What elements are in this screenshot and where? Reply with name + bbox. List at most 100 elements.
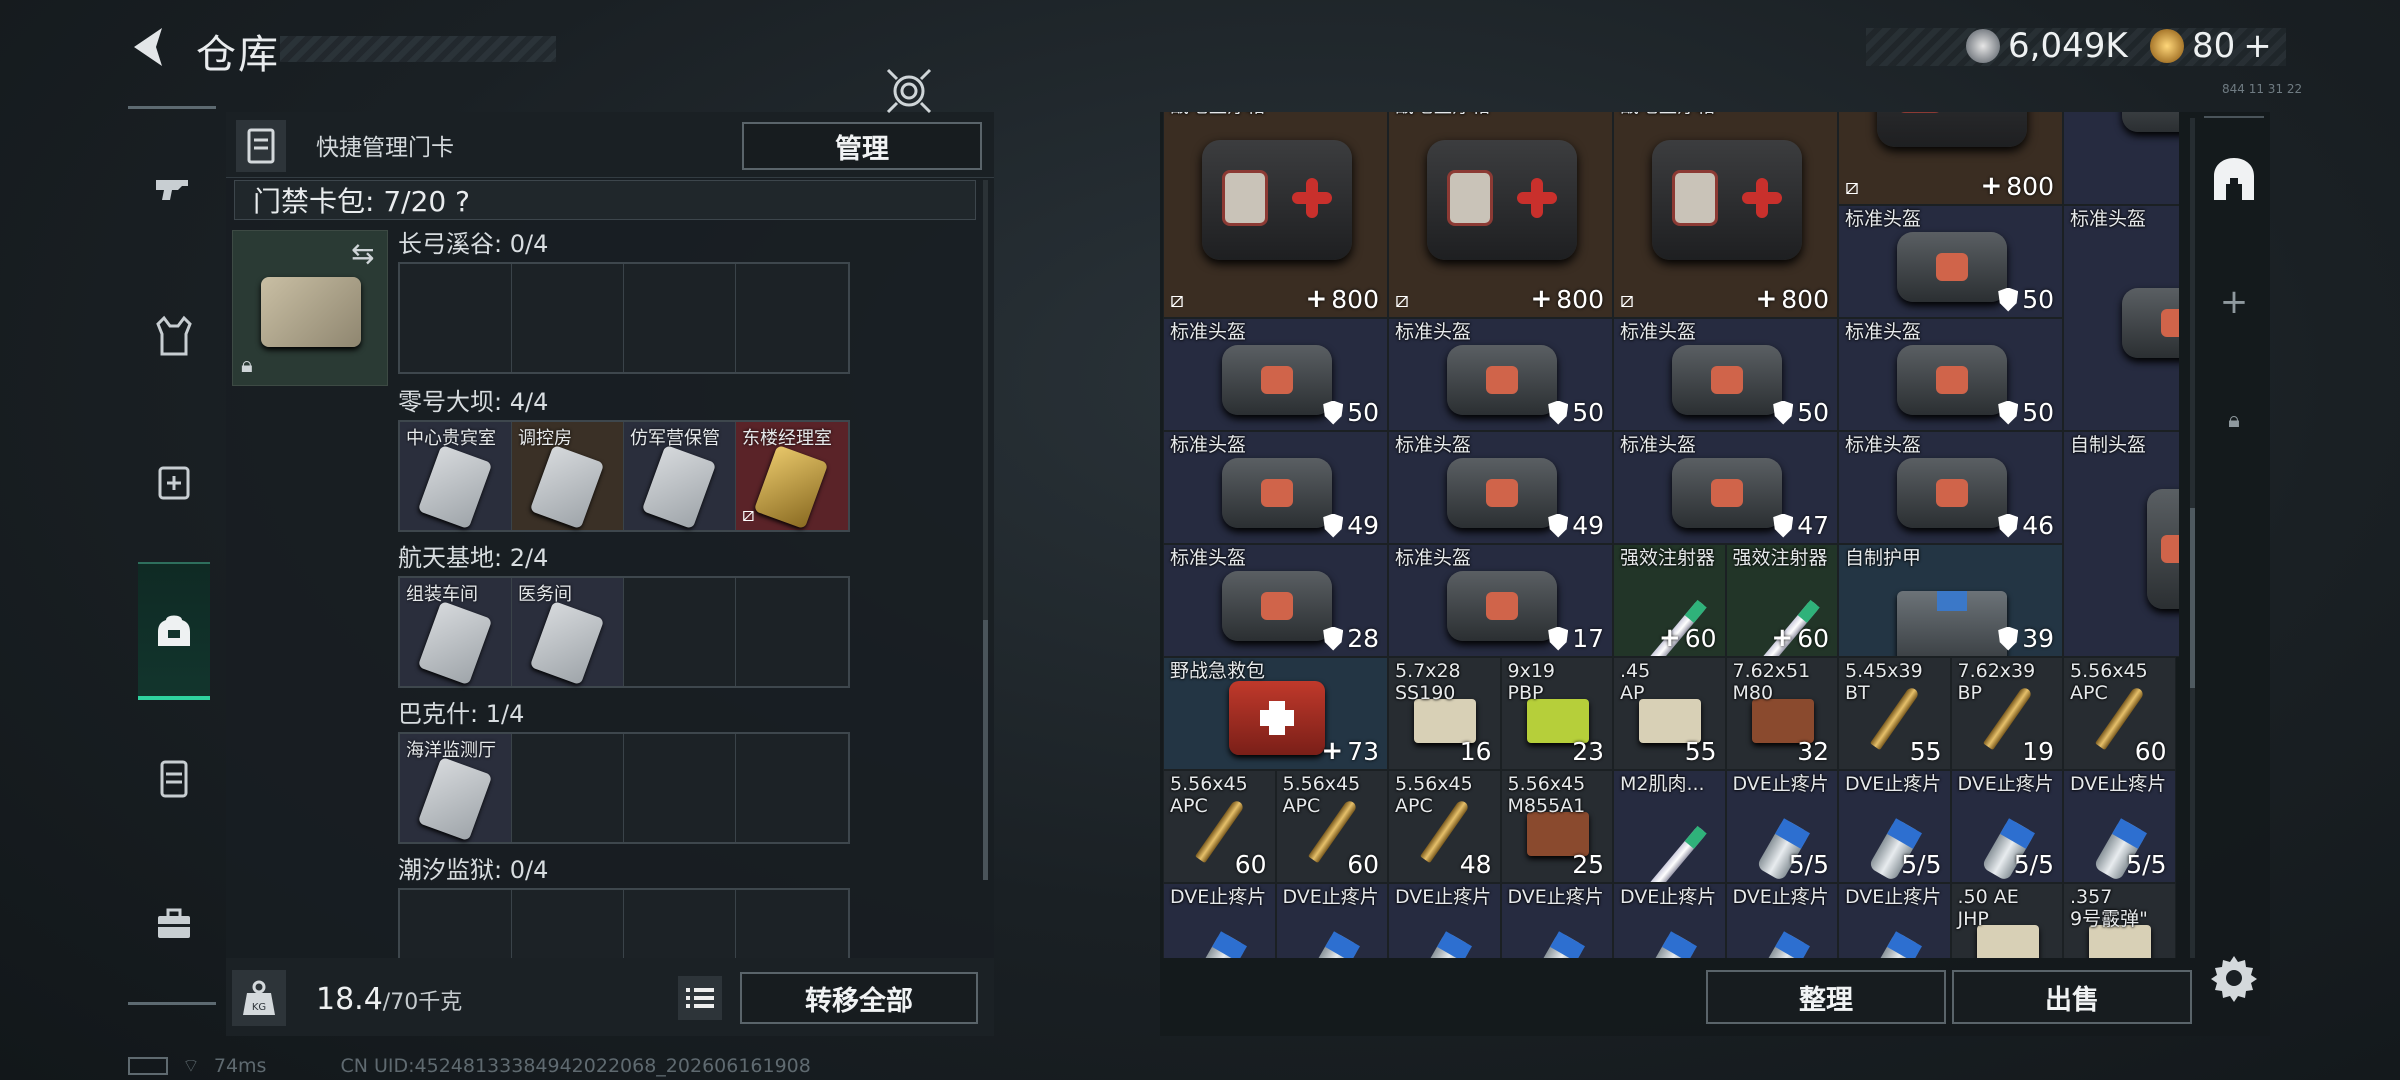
keycard-slot[interactable] [512, 734, 624, 842]
swap-icon[interactable]: ⇆ [351, 237, 374, 270]
inventory-item[interactable]: DVE止疼片 [1613, 883, 1726, 958]
inventory-item[interactable]: 5.7x28 SS190 16 [1388, 657, 1501, 770]
inventory-item[interactable]: 5.56x45 APC 60 [1275, 770, 1388, 883]
inventory-item[interactable]: DVE止疼片 [1500, 883, 1613, 958]
inventory-item[interactable]: 强效注射器 +60 [1613, 544, 1726, 657]
inventory-item[interactable]: DVE止疼片 [1388, 883, 1501, 958]
sidebar-item-backpack[interactable] [138, 594, 210, 666]
inventory-item[interactable]: 5.56x45 APC 48 [1388, 770, 1501, 883]
locked-storage-tab[interactable]: 🔒︎ [2198, 390, 2270, 450]
keycard-slot[interactable]: 仿军营保管 [624, 422, 736, 530]
inventory-item[interactable]: 7.62x39 BP 19 [1950, 657, 2063, 770]
inventory-item[interactable]: 5.56x45 APC 60 [1163, 770, 1276, 883]
inventory-item[interactable]: DVE止疼片 [1163, 883, 1276, 958]
inventory-item[interactable]: 野战急救包 +73 [1163, 657, 1388, 770]
sidebar-item-container[interactable] [138, 742, 210, 814]
inventory-item[interactable]: 50 [2063, 112, 2179, 205]
inventory-item[interactable]: 战地医疗箱 ⧄ +800 [1613, 112, 1838, 318]
inventory-item[interactable]: DVE止疼片 5/5 [1950, 770, 2063, 883]
inventory-item[interactable]: 标准头盔 49 [1163, 431, 1388, 544]
inventory-item[interactable]: 标准头盔50 [2063, 205, 2179, 431]
inventory-item[interactable]: DVE止疼片 5/5 [1838, 770, 1951, 883]
inventory-item[interactable]: 标准头盔 17 [1388, 544, 1613, 657]
inventory-item[interactable]: ⧄ +800 [1838, 112, 2063, 205]
keycard-slot[interactable] [624, 890, 736, 958]
item-value: 50 [1998, 285, 2054, 314]
item-value-text: 73 [1347, 736, 1379, 766]
inventory-item[interactable]: DVE止疼片 5/5 [2063, 770, 2176, 883]
inventory-item[interactable]: 5.56x45 APC 60 [2063, 657, 2176, 770]
keycard-slot[interactable] [400, 264, 512, 372]
back-arrow-icon[interactable] [124, 22, 174, 72]
sell-button[interactable]: 出售 [1952, 970, 2192, 1024]
keycard-slot[interactable]: 海洋监测厅 [400, 734, 512, 842]
inventory-item[interactable]: 标准头盔50 [1838, 205, 2063, 318]
keycard-slot[interactable] [512, 264, 624, 372]
inventory-item[interactable]: 自制头盔30 [2063, 431, 2179, 657]
inventory-item[interactable]: DVE止疼片 [1838, 883, 1951, 958]
inventory-item[interactable]: 5.56x45 M855A1 25 [1500, 770, 1613, 883]
inventory-item[interactable]: DVE止疼片 5/5 [1725, 770, 1838, 883]
sidebar-item-armor[interactable] [138, 300, 210, 372]
inventory-item[interactable]: 5.45x39 BT 55 [1838, 657, 1951, 770]
sidebar-item-toolbox[interactable] [138, 888, 210, 960]
manage-button[interactable]: 管理 [742, 122, 982, 170]
inventory-item[interactable]: 标准头盔 46 [1838, 431, 2063, 544]
crosshair-icon[interactable] [884, 66, 934, 116]
item-name: 标准头盔 [1170, 321, 1247, 343]
inventory-item[interactable]: .50 AE JHP [1950, 883, 2063, 958]
keycard-scroll-thumb[interactable] [983, 620, 988, 880]
currency-main[interactable]: 6,049K [1966, 26, 2128, 66]
keycard-slot-label: 海洋监测厅 [406, 740, 496, 761]
item-value-text: 32 [1797, 737, 1829, 766]
keycard-slot[interactable] [624, 264, 736, 372]
inventory-item[interactable]: 7.62x51 M80 32 [1725, 657, 1838, 770]
keycard-slot[interactable] [400, 890, 512, 958]
keycard-slot[interactable] [624, 578, 736, 686]
inventory-scroll-thumb[interactable] [2190, 508, 2195, 688]
currency-add-button[interactable]: + [2243, 26, 2272, 66]
storage-tab-main[interactable] [2198, 150, 2270, 210]
inventory-item[interactable]: 标准头盔50 [1163, 318, 1388, 431]
inventory-item[interactable]: 标准头盔50 [1388, 318, 1613, 431]
keycard-pack-label[interactable]: 门禁卡包: 7/20 ? [234, 180, 976, 220]
transfer-all-button[interactable]: 转移全部 [740, 972, 978, 1024]
pill-bottle-icon [1530, 917, 1585, 958]
inventory-item[interactable]: 标准头盔 49 [1388, 431, 1613, 544]
keycard-slot[interactable]: 医务间 [512, 578, 624, 686]
keycard-slot[interactable]: 组装车间 [400, 578, 512, 686]
inventory-item[interactable]: DVE止疼片 [1725, 883, 1838, 958]
inventory-item[interactable]: 战地医疗箱 ⧄ +800 [1163, 112, 1388, 318]
settings-gear-icon[interactable] [2206, 950, 2262, 1006]
keycard-slot[interactable] [624, 734, 736, 842]
inventory-item[interactable]: 强效注射器 +60 [1725, 544, 1838, 657]
pill-bottle-icon [1193, 917, 1248, 958]
keycard-slot[interactable] [512, 890, 624, 958]
inventory-item[interactable]: DVE止疼片 [1275, 883, 1388, 958]
keycard-pack-item[interactable]: ⇆ 🔒︎ [232, 230, 388, 386]
inventory-item[interactable]: .357 9号霰弹" [2063, 883, 2176, 958]
keycard-slot[interactable]: 调控房 [512, 422, 624, 530]
inventory-item[interactable]: .45 AP 55 [1613, 657, 1726, 770]
inventory-item[interactable]: 标准头盔50 [1838, 318, 2063, 431]
inventory-item[interactable]: M2肌肉... [1613, 770, 1726, 883]
durability-shield-icon [1323, 513, 1344, 538]
add-storage-button[interactable]: + [2198, 272, 2270, 332]
keycard-slot[interactable] [736, 734, 848, 842]
sort-button[interactable]: 整理 [1706, 970, 1946, 1024]
inventory-item[interactable]: 标准头盔 47 [1613, 431, 1838, 544]
inventory-item[interactable]: 自制护甲 39 [1838, 544, 2063, 657]
keycard-slot[interactable]: 中心贵宾室 [400, 422, 512, 530]
currency-secondary[interactable]: 80 + [2150, 26, 2272, 66]
keycard-slot[interactable] [736, 264, 848, 372]
inventory-item[interactable]: 9x19 PBP 23 [1500, 657, 1613, 770]
sidebar-item-medical[interactable] [138, 446, 210, 518]
keycard-slot[interactable]: 东楼经理室 ⧄ [736, 422, 848, 530]
sidebar-item-weapons[interactable] [138, 152, 210, 224]
list-view-button[interactable] [678, 976, 722, 1020]
keycard-slot[interactable] [736, 578, 848, 686]
inventory-item[interactable]: 标准头盔50 [1613, 318, 1838, 431]
inventory-item[interactable]: 标准头盔 28 [1163, 544, 1388, 657]
keycard-slot[interactable] [736, 890, 848, 958]
inventory-item[interactable]: 战地医疗箱 ⧄ +800 [1388, 112, 1613, 318]
